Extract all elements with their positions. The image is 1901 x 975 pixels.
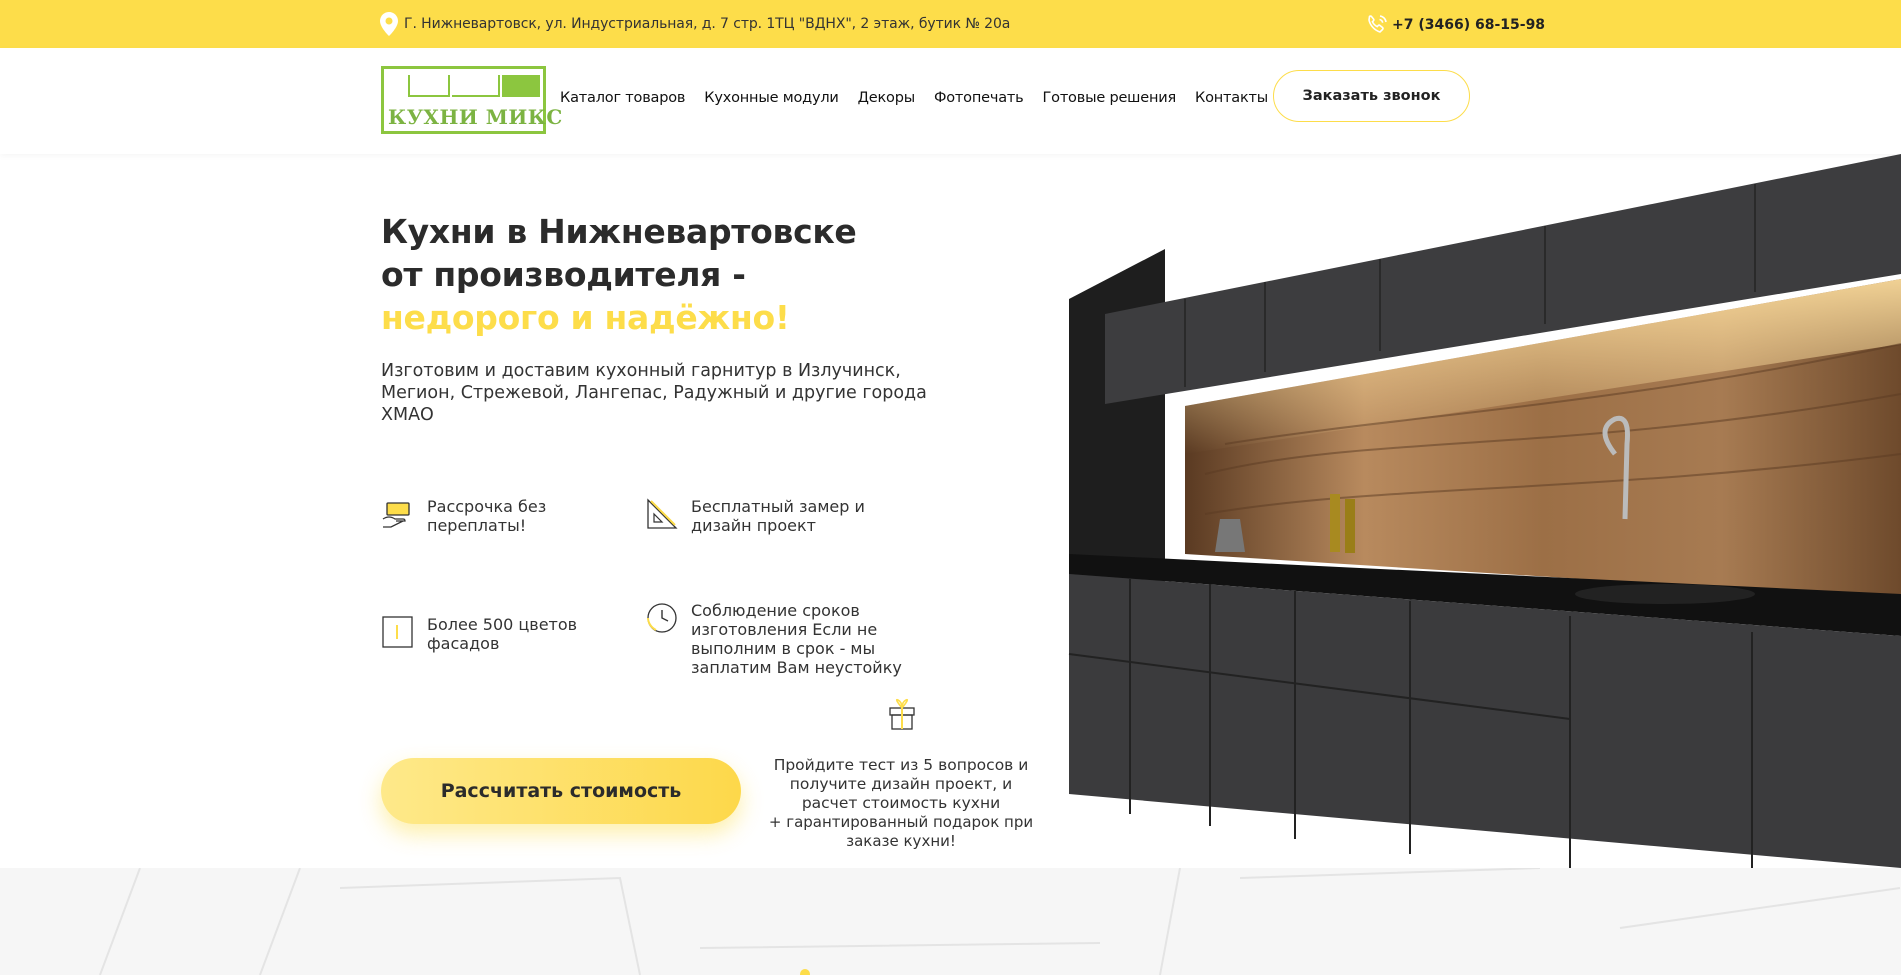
nav-decors[interactable]: Декоры bbox=[858, 90, 916, 106]
feature-colors: Более 500 цветов фасадов bbox=[381, 615, 581, 653]
next-section-background bbox=[0, 868, 1901, 975]
hero-title-line2: от производителя - bbox=[381, 255, 746, 294]
logo-text: КУХНИ МИКС bbox=[388, 105, 563, 129]
money-hand-icon bbox=[382, 502, 410, 528]
nav-kitchen-modules[interactable]: Кухонные модули bbox=[704, 90, 839, 106]
promo-text-block: Пройдите тест из 5 вопросов и получите д… bbox=[760, 756, 1042, 851]
main-header: КУХНИ МИКС Каталог товаров Кухонные моду… bbox=[0, 48, 1901, 154]
calculate-cost-button[interactable]: Рассчитать стоимость bbox=[381, 758, 741, 824]
palette-door-icon bbox=[382, 616, 413, 648]
gift-icon bbox=[889, 698, 915, 730]
feature-text: Соблюдение сроков изготовления Если не в… bbox=[691, 601, 902, 677]
phone-link[interactable]: +7 (3466) 68-15-98 bbox=[1364, 12, 1545, 38]
promo-text: Пройдите тест из 5 вопросов и получите д… bbox=[773, 756, 1029, 812]
nav-catalog[interactable]: Каталог товаров bbox=[560, 90, 685, 106]
feature-measure: Бесплатный замер и дизайн проект bbox=[645, 497, 875, 535]
hero-title-accent: недорого и надёжно! bbox=[381, 298, 790, 337]
clock-icon bbox=[647, 603, 677, 633]
request-call-button[interactable]: Заказать звонок bbox=[1273, 70, 1470, 122]
main-nav: Каталог товаров Кухонные модули Декоры Ф… bbox=[560, 90, 1287, 106]
ruler-triangle-icon bbox=[647, 498, 678, 529]
feature-installment: Рассрочка без переплаты! bbox=[381, 497, 581, 535]
phone-text: +7 (3466) 68-15-98 bbox=[1392, 17, 1546, 33]
nav-ready-solutions[interactable]: Готовые решения bbox=[1043, 90, 1177, 106]
hero-title-line1: Кухни в Нижневартовске bbox=[381, 212, 857, 251]
promo-gift-text: + гарантированный подарок при заказе кух… bbox=[768, 813, 1034, 850]
phone-icon bbox=[1368, 15, 1387, 33]
kitchen-image bbox=[1065, 154, 1901, 868]
feature-text: Бесплатный замер и дизайн проект bbox=[691, 497, 865, 535]
feature-text: Рассрочка без переплаты! bbox=[427, 497, 547, 535]
logo-cabinet-shape bbox=[502, 75, 540, 97]
location-pin-icon bbox=[380, 12, 398, 36]
logo-cabinet-shape bbox=[452, 75, 500, 97]
nav-contacts[interactable]: Контакты bbox=[1195, 90, 1268, 106]
feature-deadline: Соблюдение сроков изготовления Если не в… bbox=[645, 601, 955, 677]
hero-title: Кухни в Нижневартовске от производителя … bbox=[381, 210, 857, 339]
hero-subtitle: Изготовим и доставим кухонный гарнитур в… bbox=[381, 361, 927, 425]
address-text: Г. Нижневартовск, ул. Индустриальная, д.… bbox=[404, 16, 1011, 32]
feature-text: Более 500 цветов фасадов bbox=[427, 615, 578, 653]
nav-photoprint[interactable]: Фотопечать bbox=[934, 90, 1024, 106]
address[interactable]: Г. Нижневартовск, ул. Индустриальная, д.… bbox=[380, 12, 1010, 36]
logo-cabinet-shape bbox=[408, 75, 450, 97]
top-bar: Г. Нижневартовск, ул. Индустриальная, д.… bbox=[0, 0, 1901, 48]
logo[interactable]: КУХНИ МИКС bbox=[381, 66, 562, 134]
